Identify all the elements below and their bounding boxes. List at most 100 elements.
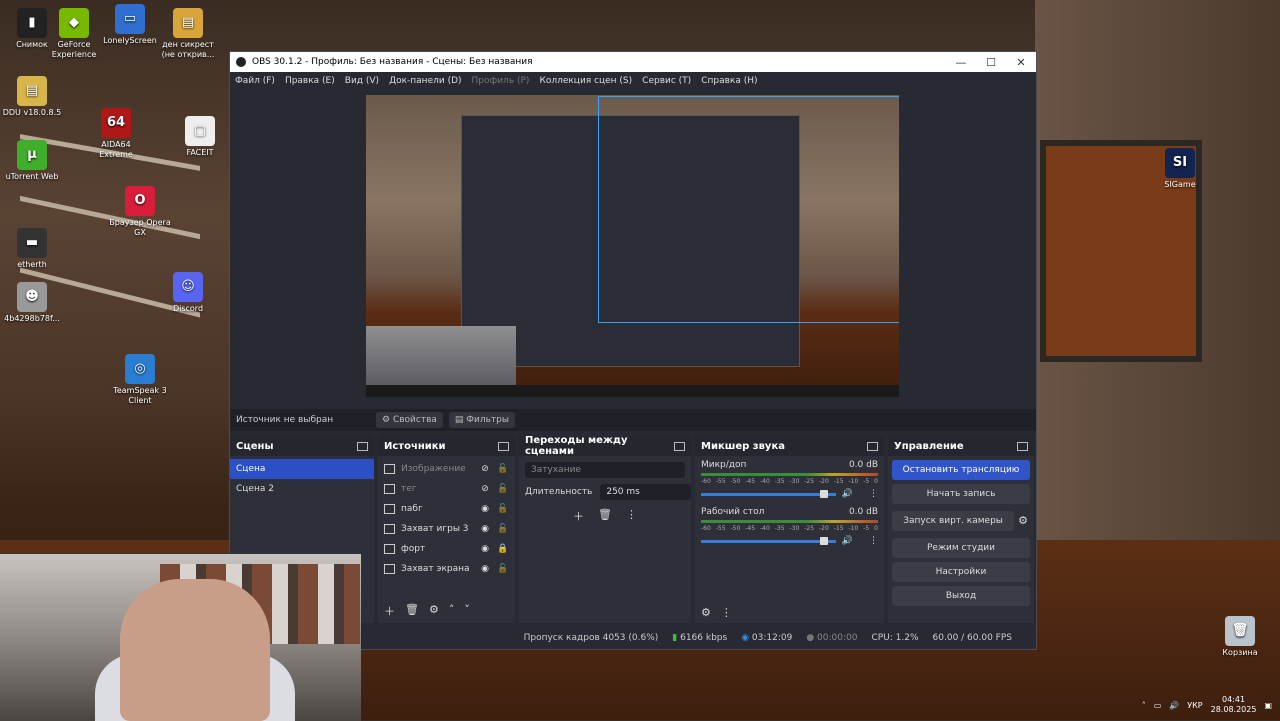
source-item[interactable]: Изображение ⊘ 🔓 [378, 459, 515, 479]
undock-icon[interactable] [498, 441, 509, 451]
desktop-icon-glyph: ▭ [115, 4, 145, 34]
eye-icon[interactable]: ◉ [479, 504, 491, 514]
scale-tick: -10 [848, 478, 859, 485]
source-item[interactable]: пабг ◉ 🔓 [378, 499, 515, 519]
eye-off-icon[interactable]: ⊘ [479, 464, 491, 474]
menu-item[interactable]: Вид (V) [340, 76, 384, 86]
sources-title: Источники [384, 440, 446, 452]
volume-icon[interactable]: 🔊 [842, 536, 853, 546]
start-record-button[interactable]: Начать запись [892, 484, 1030, 504]
desktop-icon[interactable]: 64 AIDA64 Extreme [84, 108, 148, 160]
filters-button[interactable]: ▤ Фильтры [448, 412, 515, 428]
scale-tick: -30 [789, 478, 800, 485]
desktop-icon[interactable]: µ uTorrent Web [0, 140, 64, 182]
preview-canvas[interactable] [366, 95, 899, 397]
stop-stream-button[interactable]: Остановить трансляцию [892, 460, 1030, 480]
source-item[interactable]: Захват игры 3 ◉ 🔓 [378, 519, 515, 539]
clock[interactable]: 04:41 28.08.2025 [1211, 695, 1257, 715]
move-up-icon[interactable]: ˄ [449, 603, 455, 619]
unlock-icon[interactable]: 🔓 [497, 484, 509, 494]
eye-off-icon[interactable]: ⊘ [479, 484, 491, 494]
undock-icon[interactable] [674, 441, 685, 451]
virtual-cam-button[interactable]: Запуск вирт. камеры [892, 511, 1015, 531]
properties-button[interactable]: ⚙ Свойства [376, 412, 443, 428]
menu-item[interactable]: Файл (F) [230, 76, 280, 86]
fader-knob[interactable] [819, 489, 828, 498]
desktop-icon[interactable]: ▤ ден сикрест (не открив... [156, 8, 220, 60]
fader-track[interactable] [701, 489, 836, 498]
desktop-icon[interactable]: ☺ Discord [156, 272, 220, 314]
move-down-icon[interactable]: ˅ [464, 603, 470, 619]
menu-item[interactable]: Сервис (T) [637, 76, 696, 86]
advanced-audio-icon[interactable]: ⚙ [701, 606, 711, 619]
scene-item[interactable]: Сцена 2 [230, 479, 374, 499]
network-icon[interactable]: ▭ [1154, 701, 1162, 710]
menu-item[interactable]: Док-панели (D) [384, 76, 466, 86]
minimize-button[interactable]: — [946, 56, 976, 69]
menu-item[interactable]: Коллекция сцен (S) [534, 76, 637, 86]
eye-icon[interactable]: ◉ [479, 544, 491, 554]
notification-icon[interactable]: ▣ [1264, 701, 1272, 710]
undock-icon[interactable] [357, 441, 368, 451]
source-item[interactable]: тег ⊘ 🔓 [378, 479, 515, 499]
desktop-icon[interactable]: ▢ FACEIT [168, 116, 232, 158]
more-icon[interactable]: ⋮ [869, 536, 878, 546]
source-item[interactable]: форт ◉ 🔒 [378, 539, 515, 559]
scene-item[interactable]: Сцена [230, 459, 374, 479]
stream-time-value: 03:12:09 [751, 633, 793, 643]
undock-icon[interactable] [867, 441, 878, 451]
eye-icon[interactable]: ◉ [479, 564, 491, 574]
duration-row: Длительность 250 ms [519, 484, 691, 500]
fader-track[interactable] [701, 536, 836, 545]
desktop-icon[interactable]: ☻ 4b4298b78f... [0, 282, 64, 324]
maximize-button[interactable]: ☐ [976, 56, 1006, 69]
exit-button[interactable]: Выход [892, 586, 1030, 606]
settings-button[interactable]: Настройки [892, 562, 1030, 582]
add-icon[interactable]: ＋ [384, 603, 395, 619]
fader-knob[interactable] [819, 536, 828, 545]
unlock-icon[interactable]: 🔓 [497, 464, 509, 474]
source-item[interactable]: Захват экрана ◉ 🔓 [378, 559, 515, 579]
undock-icon[interactable] [1017, 441, 1028, 451]
trash-icon[interactable]: 🗑 [598, 508, 612, 524]
language-indicator[interactable]: УКР [1187, 701, 1202, 710]
unlock-icon[interactable]: 🔓 [497, 524, 509, 534]
add-icon[interactable]: ＋ [573, 508, 584, 524]
scale-tick: -15 [833, 478, 844, 485]
desktop-icon[interactable]: ▬ etherth [0, 228, 64, 270]
desktop-icon[interactable]: ◎ TeamSpeak 3 Client [108, 354, 172, 406]
mixer-channels: Микр/доп 0.0 dB -60 -55 -50 -45 -40 -35 -30 -25 -2… [695, 456, 884, 550]
desktop-icon[interactable]: O Браузер Opera GX [108, 186, 172, 238]
close-button[interactable]: ✕ [1006, 56, 1036, 69]
menu-item[interactable]: Профиль (P) [467, 76, 535, 86]
more-icon[interactable]: ⋮ [721, 606, 732, 619]
source-list: Изображение ⊘ 🔓 тег ⊘ 🔓 пабг ◉ 🔓 Захват игры 3 ◉ 🔓 ф… [378, 456, 515, 579]
duration-input[interactable]: 250 ms [600, 484, 691, 500]
scale-tick: -30 [789, 525, 800, 532]
desktop-icon[interactable]: ▭ LonelyScreen [98, 4, 162, 46]
chevron-up-icon[interactable]: ˄ [1142, 701, 1146, 710]
studio-mode-button[interactable]: Режим студии [892, 538, 1030, 558]
lock-icon[interactable]: 🔒 [497, 544, 509, 554]
menu-item[interactable]: Правка (E) [280, 76, 340, 86]
desktop-icon[interactable]: ▤ DDU v18.0.8.5 [0, 76, 64, 118]
more-icon[interactable]: ⋮ [869, 489, 878, 499]
unlock-icon[interactable]: 🔓 [497, 564, 509, 574]
gear-icon[interactable]: ⚙ [429, 603, 439, 619]
desktop-icon-label: GeForce Experience [51, 40, 97, 59]
desktop-icon-label: LonelyScreen [103, 36, 157, 45]
menu-item[interactable]: Справка (H) [696, 76, 762, 86]
volume-icon[interactable]: 🔊 [1169, 701, 1179, 710]
desktop-icon[interactable]: SI SIGame [1148, 148, 1212, 190]
volume-icon[interactable]: 🔊 [842, 489, 853, 499]
gear-icon[interactable]: ⚙ [1018, 514, 1028, 527]
trash-icon[interactable]: 🗑 [405, 603, 419, 619]
preview-selection-box[interactable] [598, 96, 899, 323]
more-icon[interactable]: ⋮ [626, 508, 637, 524]
cpu-usage: CPU: 1.2% [871, 633, 919, 643]
desktop-icon[interactable]: 🗑 Корзина [1208, 616, 1272, 658]
unlock-icon[interactable]: 🔓 [497, 504, 509, 514]
desktop-icon[interactable]: ◆ GeForce Experience [42, 8, 106, 60]
eye-icon[interactable]: ◉ [479, 524, 491, 534]
transition-select[interactable]: Затухание [525, 462, 685, 478]
